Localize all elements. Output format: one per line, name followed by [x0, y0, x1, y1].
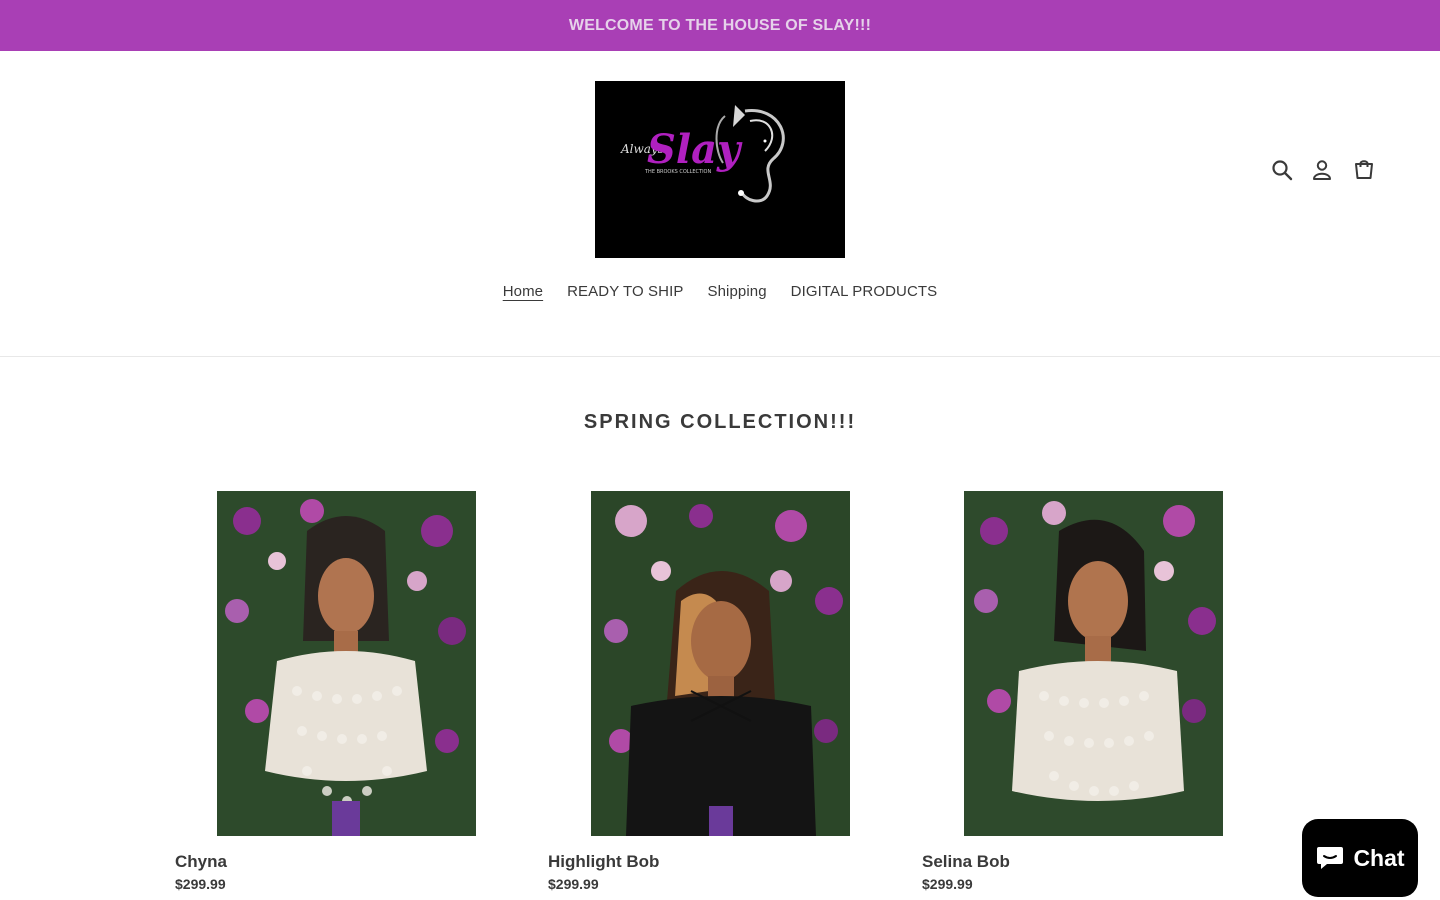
product-image[interactable] [964, 491, 1223, 836]
chat-label: Chat [1353, 844, 1405, 871]
chat-button[interactable]: Chat [1302, 819, 1418, 897]
announcement-text: WELCOME TO THE HOUSE OF SLAY!!! [568, 16, 872, 34]
announcement-bar: WELCOME TO THE HOUSE OF SLAY!!! [0, 0, 1440, 51]
product-price: $299.99 [548, 876, 599, 892]
nav-item-ready-to-ship[interactable]: READY TO SHIP [567, 283, 683, 300]
product-price: $299.99 [175, 876, 226, 892]
section-title: SPRING COLLECTION!!! [583, 411, 857, 433]
account-icon[interactable] [1308, 156, 1336, 184]
product-image[interactable] [217, 491, 476, 836]
main-nav: Home READY TO SHIP Shipping DIGITAL PROD… [0, 283, 1440, 300]
nav-item-home[interactable]: Home [503, 283, 543, 300]
cart-icon[interactable] [1350, 156, 1378, 184]
chat-bubble-icon [1317, 847, 1344, 869]
search-icon[interactable] [1268, 156, 1296, 184]
product-title[interactable]: Selina Bob [922, 852, 1010, 872]
nav-item-digital-products[interactable]: DIGITAL PRODUCTS [791, 283, 938, 300]
logo-sub-text: THE BROOKS COLLECTION [644, 169, 711, 175]
product-price: $299.99 [922, 876, 973, 892]
product-image[interactable] [591, 491, 850, 836]
product-title[interactable]: Chyna [175, 852, 227, 872]
store-logo[interactable]: Always Slay THE BROOKS COLLECTION [595, 81, 845, 258]
logo-graphic: Always Slay THE BROOKS COLLECTION [595, 81, 845, 258]
logo-main-text: Slay [647, 126, 743, 173]
product-title[interactable]: Highlight Bob [548, 852, 659, 872]
nav-item-shipping[interactable]: Shipping [707, 283, 766, 300]
header-divider [0, 356, 1440, 357]
